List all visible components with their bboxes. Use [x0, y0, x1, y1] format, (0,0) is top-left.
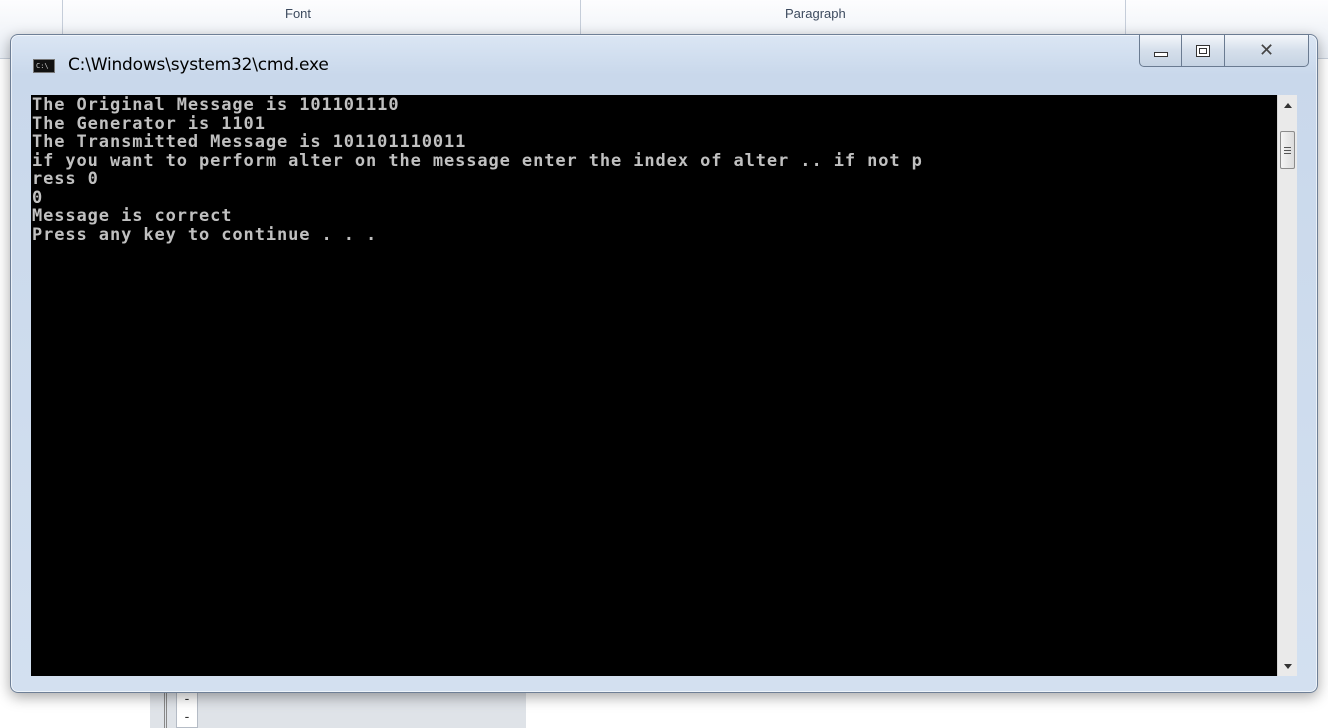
window-title: C:\Windows\system32\cmd.exe: [68, 55, 329, 75]
console-line: Press any key to continue . . .: [32, 224, 378, 245]
ribbon-divider: [62, 0, 63, 36]
ribbon-group-paragraph: Paragraph: [785, 6, 846, 21]
console-line: The Generator is 1101: [32, 113, 266, 134]
minimize-button[interactable]: [1139, 34, 1182, 67]
console-text: The Original Message is 101101110 The Ge…: [32, 96, 1276, 674]
cmd-window: C:\ C:\Windows\system32\cmd.exe ✕ The Or…: [10, 34, 1318, 693]
arrow-down-icon: [1283, 663, 1292, 669]
close-icon: ✕: [1258, 40, 1275, 61]
background-scroll-control: --: [176, 688, 198, 728]
maximize-button[interactable]: [1182, 34, 1225, 67]
caption-buttons: ✕: [1139, 34, 1309, 69]
close-button[interactable]: ✕: [1225, 34, 1309, 67]
scroll-thumb[interactable]: [1280, 131, 1295, 169]
console-line: if you want to perform alter on the mess…: [32, 150, 923, 171]
console-app-icon[interactable]: C:\: [33, 59, 55, 73]
minimize-icon: [1153, 52, 1168, 57]
ribbon-group-font: Font: [285, 6, 312, 21]
arrow-up-icon: [1283, 102, 1292, 108]
background-ruler: [164, 688, 167, 728]
console-line: ress 0: [32, 169, 99, 189]
console-line: Message is correct: [32, 206, 233, 226]
ribbon-divider: [580, 0, 581, 36]
maximize-icon: [1196, 44, 1210, 57]
vertical-scrollbar[interactable]: [1277, 95, 1297, 676]
title-bar[interactable]: C:\ C:\Windows\system32\cmd.exe ✕: [11, 34, 1317, 93]
console-line: 0: [32, 187, 44, 208]
ribbon-divider: [1125, 0, 1126, 36]
console-line: The Original Message is 101101110: [32, 96, 400, 115]
scroll-down-button[interactable]: [1278, 656, 1297, 676]
scroll-up-button[interactable]: [1278, 95, 1297, 115]
console-output-area[interactable]: The Original Message is 101101110 The Ge…: [31, 95, 1297, 676]
background-strip: [150, 688, 526, 728]
console-line: The Transmitted Message is 101101110011: [32, 132, 467, 152]
